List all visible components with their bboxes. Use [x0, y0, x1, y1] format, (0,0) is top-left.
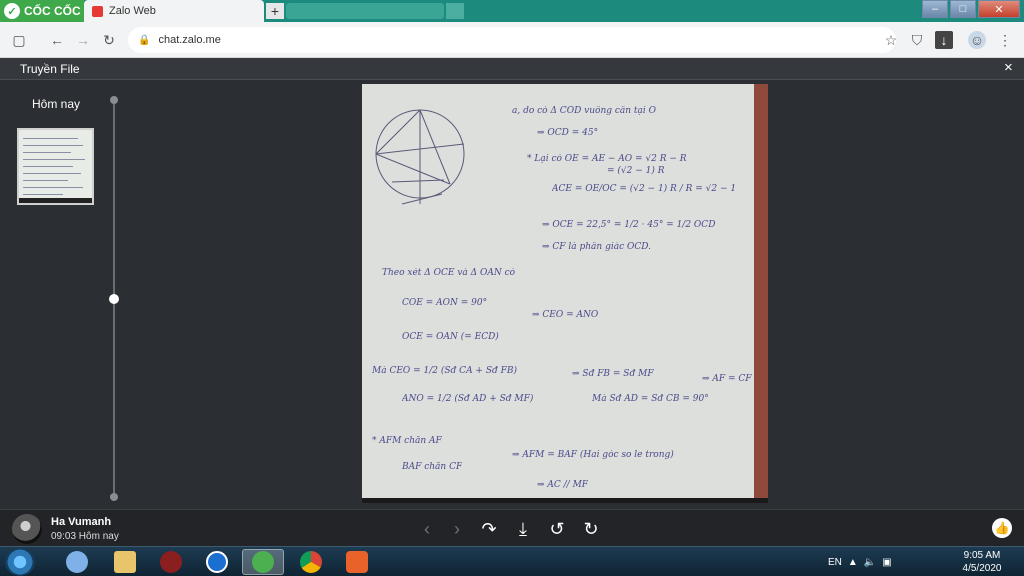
- chrome-icon: [300, 551, 322, 573]
- handwritten-line: * AFM chắn AF: [372, 436, 442, 446]
- taskbar-chrome[interactable]: [290, 549, 332, 575]
- forward-icon[interactable]: →: [74, 31, 92, 49]
- handwritten-line: BAF chắn CF: [402, 462, 463, 472]
- url-text: chat.zalo.me: [158, 34, 221, 46]
- start-button[interactable]: [5, 548, 35, 576]
- next-icon[interactable]: ›: [446, 518, 468, 540]
- taskbar-coccoc[interactable]: [242, 549, 284, 575]
- taskbar-shield-app[interactable]: [336, 549, 378, 575]
- brand-label: CỐC CỐC: [24, 4, 81, 18]
- previous-icon[interactable]: ‹: [416, 518, 438, 540]
- handwritten-line: ÂCE = OE/OC = (√2 − 1) R / R = √2 − 1: [552, 184, 737, 194]
- timeline-start-dot[interactable]: [110, 96, 118, 104]
- handwritten-line: ĈOE = ÂON = 90°: [402, 298, 488, 308]
- handwritten-line: ⇒ AFM = BAF (Hai góc so le trong): [512, 450, 674, 460]
- clock[interactable]: 9:05 AM 4/5/2020: [950, 549, 1014, 575]
- c-app-icon: [206, 551, 228, 573]
- paint-icon: [66, 551, 88, 573]
- taskbar-ccleaner[interactable]: [196, 549, 238, 575]
- viewer-sidebar: Hôm nay: [0, 81, 122, 509]
- image-thumbnail[interactable]: [17, 128, 94, 205]
- sidebar-toggle-icon[interactable]: ▢: [10, 31, 28, 49]
- close-icon[interactable]: ×: [1004, 59, 1013, 76]
- viewer-header: Truyền File ×: [0, 58, 1024, 80]
- coccoc-logo-icon: ✓: [4, 3, 20, 19]
- tab-title: Zalo Web: [109, 5, 156, 17]
- bookmark-star-icon[interactable]: ☆: [882, 31, 900, 49]
- clock-date: 4/5/2020: [962, 563, 1002, 574]
- tray-expand-icon[interactable]: ▲: [848, 557, 858, 568]
- handwritten-line: ⇒ AF = CF: [702, 374, 752, 384]
- reload-icon[interactable]: ↻: [100, 31, 118, 49]
- zalo-favicon-icon: [92, 5, 103, 17]
- back-icon[interactable]: ←: [48, 31, 66, 49]
- viewer-footer: Ha Vumanh 09:03 Hôm nay ‹ › ↷ ⤓ ↺ ↻ 👍: [0, 509, 1024, 546]
- shield-icon[interactable]: ⛉: [908, 31, 926, 49]
- handwritten-line: ÂNO = 1/2 (Sđ AD + Sđ MF): [402, 394, 534, 404]
- tab-background[interactable]: [286, 3, 444, 19]
- sender-time: 09:03 Hôm nay: [51, 531, 119, 542]
- language-indicator[interactable]: EN: [828, 557, 842, 568]
- lock-icon: 🔒: [138, 34, 151, 46]
- window-controls: – □ ✕: [922, 0, 1020, 18]
- taskbar-paint-app[interactable]: [56, 549, 98, 575]
- app-icon-red: [160, 551, 182, 573]
- new-tab-button[interactable]: +: [266, 3, 284, 19]
- maximize-button[interactable]: □: [950, 0, 976, 18]
- handwritten-line: Mà Sđ AD = Sđ CB = 90°: [592, 394, 709, 404]
- handwritten-line: * Lại có OE = AE − AO = √2 R − R: [527, 154, 687, 164]
- handwritten-line: ⇒ ÔCD = 45°: [537, 128, 599, 138]
- handwritten-line: ⇒ CF là phân giác ÔCD.: [542, 242, 652, 252]
- handwritten-line: Mà ĈEO = 1/2 (Sđ CA + Sđ FB): [372, 366, 517, 376]
- clock-time: 9:05 AM: [963, 550, 1001, 561]
- volume-icon[interactable]: 🔈: [864, 557, 876, 568]
- shield-app-icon: [346, 551, 368, 573]
- handwritten-line: = (√2 − 1) R: [607, 166, 665, 176]
- coccoc-brand-menu[interactable]: ✓ CỐC CỐC: [0, 0, 84, 22]
- rotate-right-icon[interactable]: ↻: [580, 518, 602, 540]
- handwritten-line: a, do có Δ COD vuông cân tại O: [512, 106, 657, 116]
- minimize-button[interactable]: –: [922, 0, 948, 18]
- sender-name: Ha Vumanh: [51, 516, 112, 528]
- share-icon[interactable]: ↷: [478, 518, 500, 540]
- download-icon[interactable]: ↓: [935, 31, 953, 49]
- windows-taskbar: EN ▲ 🔈 ▣ 9:05 AM 4/5/2020: [0, 546, 1024, 576]
- system-tray: EN ▲ 🔈 ▣: [828, 549, 892, 575]
- photo-handwriting: a, do có Δ COD vuông cân tại O ⇒ ÔCD = 45…: [362, 84, 754, 498]
- download-icon[interactable]: ⤓: [512, 518, 534, 540]
- timeline-end-dot[interactable]: [110, 493, 118, 501]
- taskbar-app-red[interactable]: [150, 549, 192, 575]
- tab-zalo-web[interactable]: Zalo Web: [84, 0, 264, 22]
- menu-kebab-icon[interactable]: ⋮: [996, 31, 1014, 49]
- handwritten-line: ⇒ ĈEO = ÂNO: [532, 310, 599, 320]
- rotate-left-icon[interactable]: ↺: [546, 518, 568, 540]
- sidebar-date-label: Hôm nay: [32, 97, 81, 111]
- coccoc-icon: [252, 551, 274, 573]
- handwritten-line: ⇒ Sđ FB = Sđ MF: [572, 369, 654, 379]
- timeline-current-dot[interactable]: [109, 294, 119, 304]
- network-icon[interactable]: ▣: [882, 557, 891, 568]
- tab-background-small[interactable]: [446, 3, 464, 19]
- handwritten-line: Theo xét Δ OCE và Δ OAN có: [382, 268, 516, 278]
- address-toolbar: ▢ ← → ↻ 🔒 chat.zalo.me ☆ ⛉ ↓ ☺ ⋮: [0, 22, 1024, 58]
- viewer-title: Truyền File: [20, 62, 80, 76]
- avatar[interactable]: [12, 514, 42, 544]
- folder-icon: [114, 551, 136, 573]
- like-icon[interactable]: 👍: [992, 518, 1012, 538]
- taskbar-explorer[interactable]: [104, 549, 146, 575]
- profile-avatar-icon[interactable]: ☺: [968, 31, 986, 49]
- address-bar[interactable]: 🔒 chat.zalo.me: [128, 27, 896, 53]
- close-window-button[interactable]: ✕: [978, 0, 1020, 18]
- handwritten-line: ÔCE = ÔAN (= ÊCD): [402, 332, 499, 342]
- handwritten-line: ⇒ ÔCE = 22,5° = 1/2 · 45° = 1/2 ÔCD: [542, 220, 716, 230]
- handwritten-line: ⇒ AC // MF: [537, 480, 589, 490]
